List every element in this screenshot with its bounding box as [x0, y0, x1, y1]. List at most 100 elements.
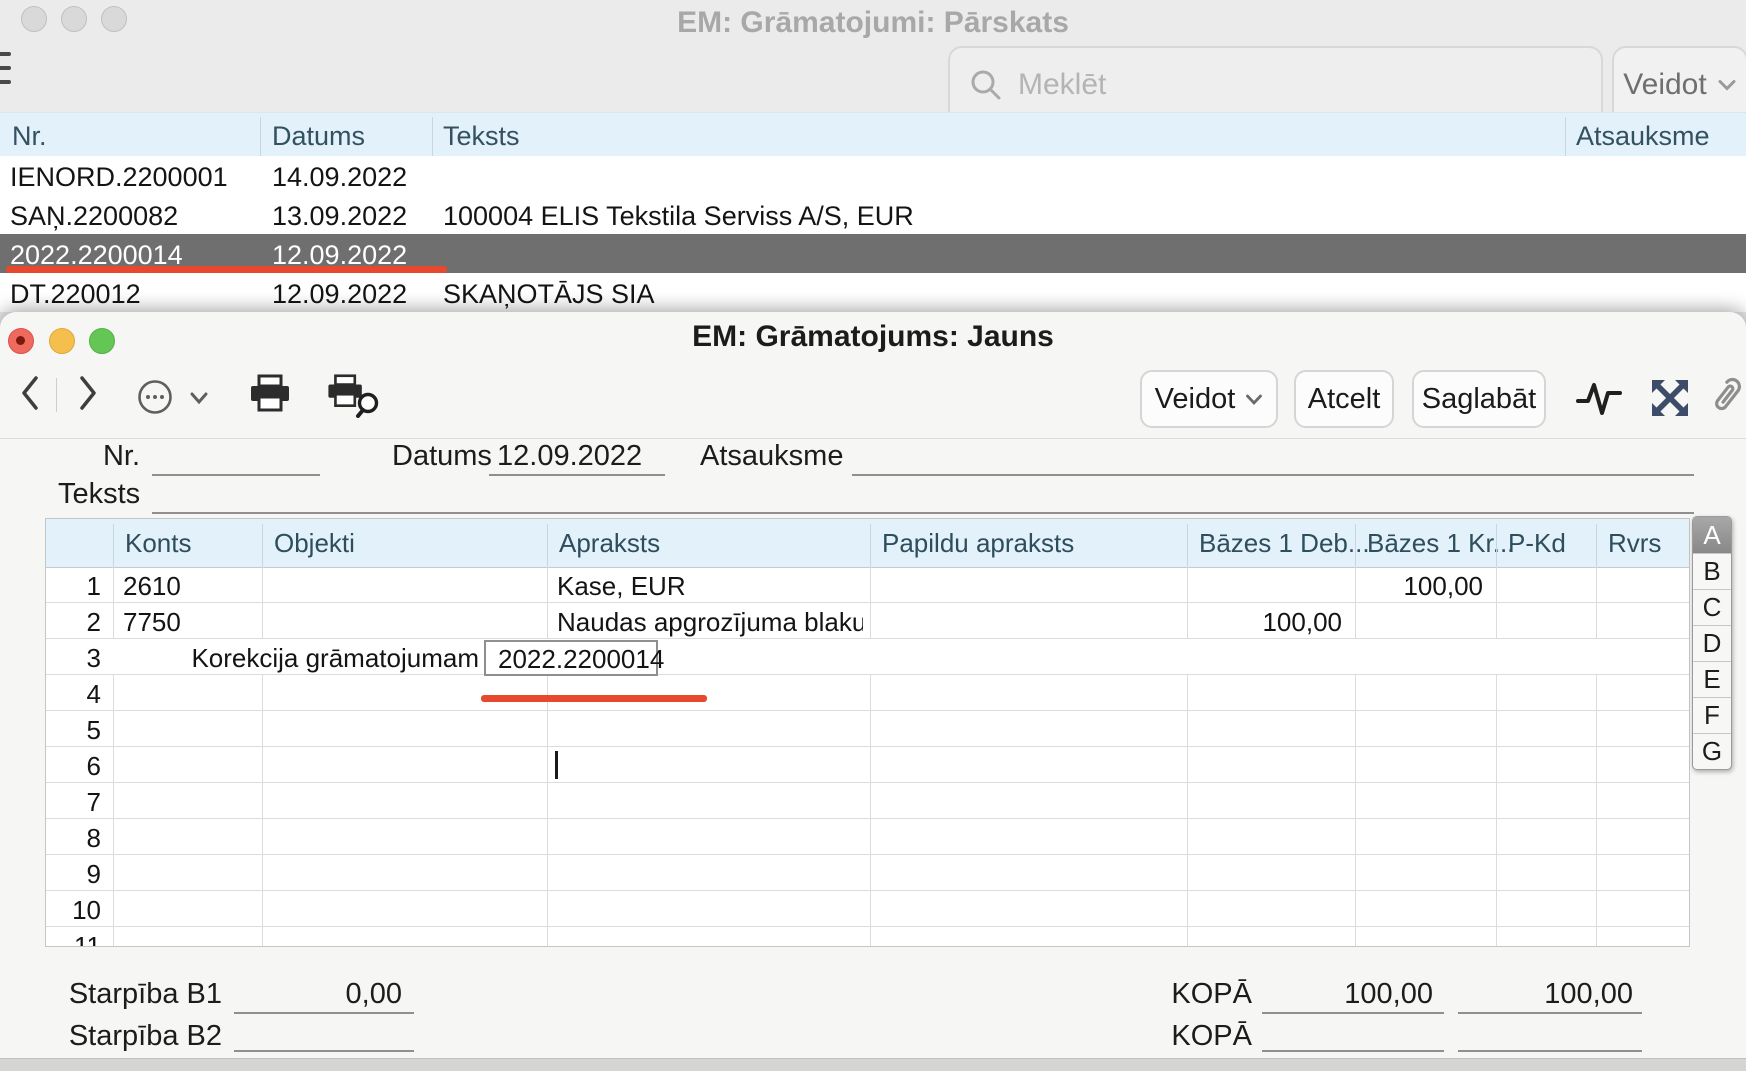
- row-datums: 14.09.2022: [272, 162, 407, 193]
- create-button[interactable]: Veidot: [1140, 370, 1278, 428]
- tab-e[interactable]: E: [1693, 661, 1731, 697]
- datums-field-label: Datums: [392, 440, 484, 473]
- overview-window: EM: Grāmatojumi: Pārskats Meklēt Veidot …: [0, 0, 1746, 312]
- tab-b[interactable]: B: [1693, 553, 1731, 589]
- overview-list-header: Nr. Datums Teksts Atsauksme: [0, 112, 1746, 158]
- tab-a[interactable]: A: [1693, 517, 1731, 553]
- row-number: 5: [46, 715, 101, 746]
- tab-d[interactable]: D: [1693, 625, 1731, 661]
- grid-col-papildu[interactable]: Papildu apraksts: [882, 528, 1074, 559]
- more-options-icon[interactable]: [136, 378, 174, 416]
- row-number: 10: [46, 895, 101, 926]
- chevron-down-icon[interactable]: [188, 390, 210, 406]
- grid-row-5[interactable]: 5: [46, 711, 1689, 747]
- cell-konts[interactable]: 2610: [123, 571, 255, 602]
- grid-row-1[interactable]: 1 2610 Kase, EUR 100,00: [46, 567, 1689, 603]
- cell-bazes1deb[interactable]: 100,00: [1192, 607, 1342, 638]
- correction-value-cell[interactable]: 2022.2200014: [484, 640, 658, 676]
- expand-arrows-icon[interactable]: [1648, 376, 1692, 420]
- text-cursor: [555, 751, 558, 779]
- row-number: 3: [46, 643, 101, 674]
- row-nr: DT.220012: [10, 279, 141, 310]
- column-header-nr[interactable]: Nr.: [12, 121, 47, 152]
- grid-row-3-correction[interactable]: 3 Korekcija grāmatojumam: [46, 639, 1689, 675]
- paperclip-icon[interactable]: [1702, 372, 1746, 420]
- grid-row-2[interactable]: 2 7750 Naudas apgrozījuma blakus... 100,…: [46, 603, 1689, 639]
- row-number: 8: [46, 823, 101, 854]
- grid-row-11[interactable]: 11: [46, 927, 1689, 947]
- flip-tabs: A B C D E F G: [1692, 516, 1732, 770]
- datums-field-value[interactable]: 12.09.2022: [497, 440, 642, 473]
- grid-col-bazes1deb[interactable]: Bāzes 1 Deb...: [1199, 528, 1370, 559]
- cell-konts[interactable]: 7750: [123, 607, 255, 638]
- forward-icon[interactable]: [76, 374, 100, 412]
- overview-list: IENORD.2200001 14.09.2022 SAŅ.2200082 13…: [0, 156, 1746, 312]
- column-header-teksts[interactable]: Teksts: [443, 121, 520, 152]
- teksts-field-label: Teksts: [58, 478, 140, 511]
- cell-apraksts[interactable]: Naudas apgrozījuma blakus...: [557, 607, 863, 638]
- correction-label: Korekcija grāmatojumam: [141, 643, 479, 674]
- toolbar-divider: [56, 378, 57, 412]
- grid-row-4[interactable]: 4: [46, 675, 1689, 711]
- grid-col-bazes1kr[interactable]: Bāzes 1 Kr...: [1367, 528, 1514, 559]
- record-window-title: EM: Grāmatojums: Jauns: [0, 320, 1746, 354]
- print-icon[interactable]: [246, 374, 294, 414]
- tab-g[interactable]: G: [1693, 733, 1731, 769]
- grid-row-9[interactable]: 9: [46, 855, 1689, 891]
- kopa-kr-field: [1458, 1012, 1642, 1014]
- cancel-button[interactable]: Atcelt: [1294, 370, 1394, 428]
- tab-f[interactable]: F: [1693, 697, 1731, 733]
- column-header-datums[interactable]: Datums: [272, 121, 365, 152]
- grid-row-10[interactable]: 10: [46, 891, 1689, 927]
- back-icon[interactable]: [18, 374, 42, 412]
- create-button-label: Veidot: [1623, 68, 1706, 102]
- row-number: 1: [46, 571, 101, 602]
- activity-pulse-icon[interactable]: [1576, 376, 1622, 418]
- toolbar-divider-line: [0, 438, 1746, 439]
- row-number: 2: [46, 607, 101, 638]
- row-number: 7: [46, 787, 101, 818]
- kopa2-deb-field: [1262, 1050, 1444, 1052]
- nr-field-label: Nr.: [58, 440, 140, 473]
- row-number: 9: [46, 859, 101, 890]
- starpiba-b2-field: [234, 1050, 414, 1052]
- sidebar-handle-icon: [0, 80, 11, 84]
- save-button[interactable]: Saglabāt: [1412, 370, 1546, 428]
- column-header-atsauksme[interactable]: Atsauksme: [1576, 121, 1710, 152]
- list-item[interactable]: IENORD.2200001 14.09.2022: [0, 156, 1746, 195]
- list-item[interactable]: SAŅ.2200082 13.09.2022 100004 ELIS Tekst…: [0, 195, 1746, 234]
- journal-rows-grid: Konts Objekti Apraksts Papildu apraksts …: [45, 518, 1690, 947]
- tab-c[interactable]: C: [1693, 589, 1731, 625]
- starpiba-b1-value: 0,00: [240, 978, 402, 1011]
- print-preview-icon[interactable]: [324, 374, 382, 418]
- starpiba-b1-label: Starpība B1: [55, 978, 222, 1011]
- row-teksts: 100004 ELIS Tekstila Serviss A/S, EUR: [443, 201, 914, 232]
- row-datums: 12.09.2022: [272, 279, 407, 310]
- grid-col-rvrs[interactable]: Rvrs: [1608, 528, 1661, 559]
- search-placeholder: Meklēt: [1018, 68, 1106, 102]
- grid-row-8[interactable]: 8: [46, 819, 1689, 855]
- cell-bazes1kr[interactable]: 100,00: [1361, 571, 1483, 602]
- overview-window-title: EM: Grāmatojumi: Pārskats: [0, 6, 1746, 40]
- datums-field[interactable]: [489, 474, 665, 476]
- cell-apraksts[interactable]: Kase, EUR: [557, 571, 863, 602]
- teksts-field[interactable]: [152, 512, 1694, 514]
- kopa-deb-total: 100,00: [1270, 978, 1433, 1011]
- save-button-label: Saglabāt: [1422, 383, 1537, 416]
- row-number: 6: [46, 751, 101, 782]
- grid-row-7[interactable]: 7: [46, 783, 1689, 819]
- cancel-button-label: Atcelt: [1308, 383, 1381, 416]
- grid-col-objekti[interactable]: Objekti: [274, 528, 355, 559]
- annotation-underline: [481, 695, 707, 702]
- kopa-kr-total: 100,00: [1465, 978, 1633, 1011]
- column-divider: [432, 117, 433, 157]
- grid-col-konts[interactable]: Konts: [125, 528, 192, 559]
- grid-col-pkd[interactable]: P-Kd: [1508, 528, 1566, 559]
- grid-row-6[interactable]: 6: [46, 747, 1689, 783]
- atsauksme-field[interactable]: [852, 474, 1694, 476]
- list-item[interactable]: DT.220012 12.09.2022 SKAŅOTĀJS SIA: [0, 273, 1746, 312]
- nr-field[interactable]: [152, 474, 320, 476]
- search-icon: [968, 67, 1004, 103]
- kopa-deb-field: [1262, 1012, 1444, 1014]
- grid-col-apraksts[interactable]: Apraksts: [559, 528, 660, 559]
